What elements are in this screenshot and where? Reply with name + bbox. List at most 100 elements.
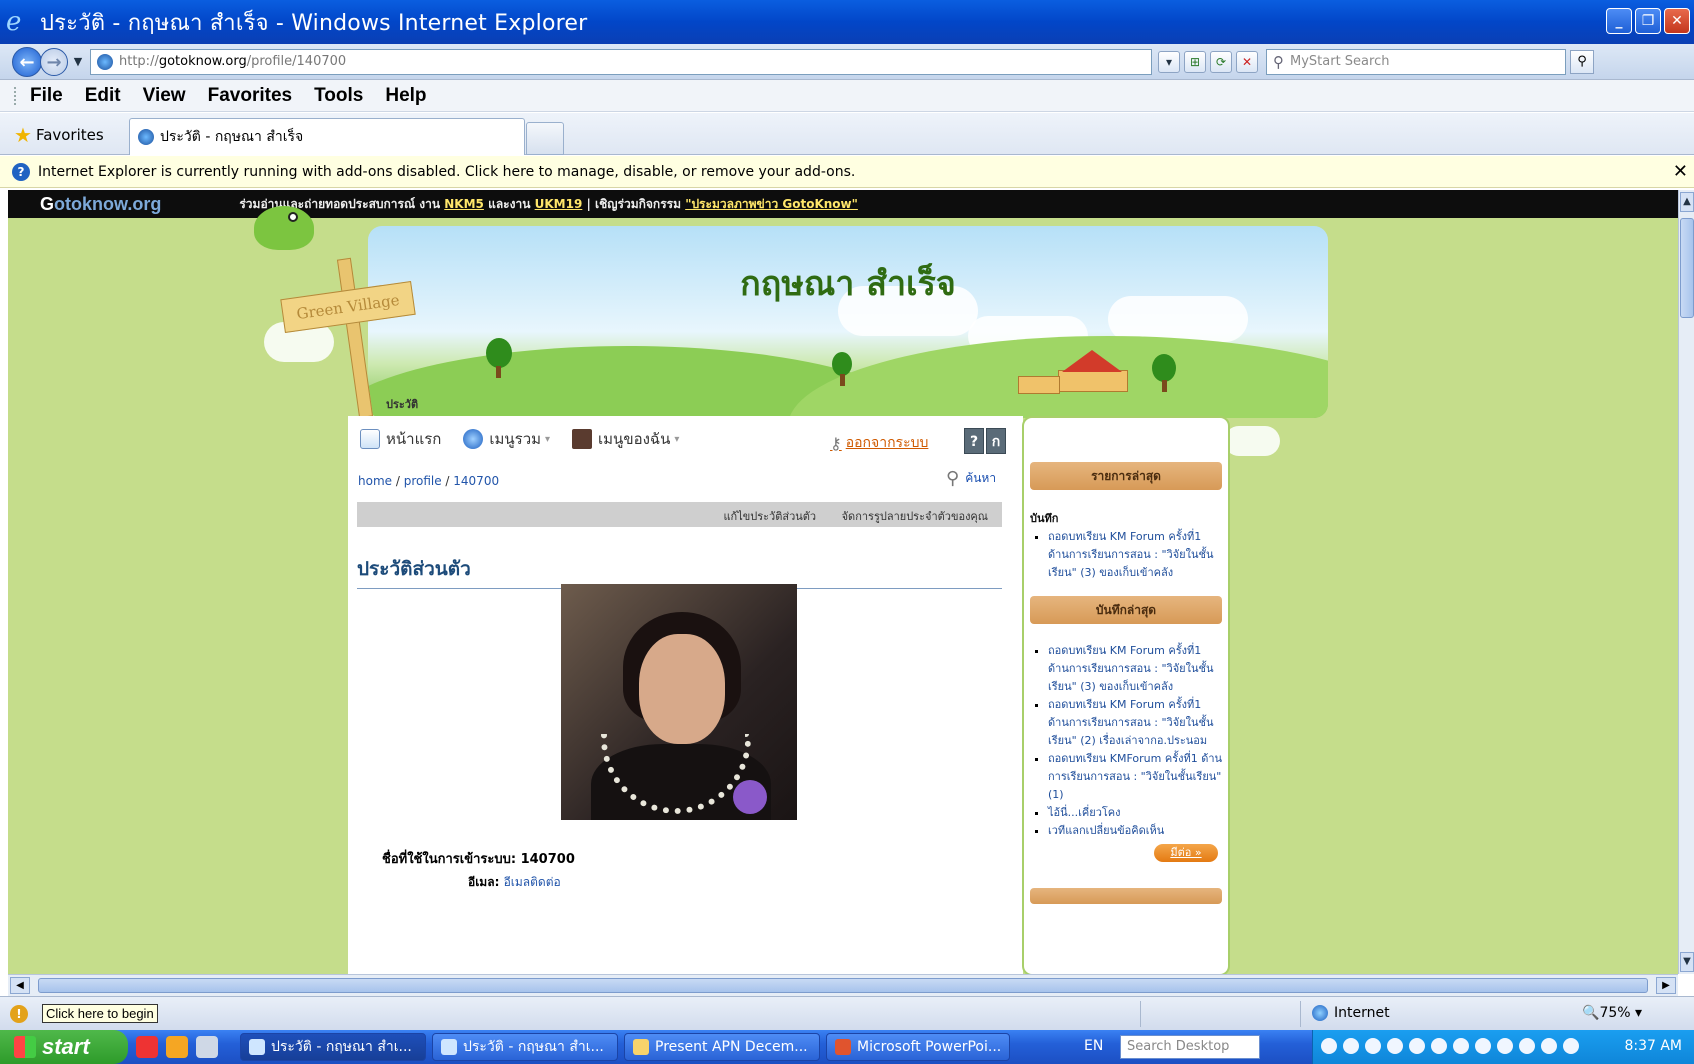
security-shield-icon[interactable]: ! (10, 1004, 28, 1023)
taskbar-item-powerpoint[interactable]: Microsoft PowerPoi... (826, 1033, 1010, 1061)
logout-label: ออกจากระบบ (845, 435, 929, 451)
quicklaunch-icon[interactable] (166, 1036, 188, 1058)
recent-entry-link[interactable]: ถอดบทเรียน KM Forum ครั้งที่1 ด้านการเรี… (1048, 698, 1214, 747)
find-link[interactable]: ⚲ ค้นหา (946, 468, 996, 489)
infobar-text[interactable]: Internet Explorer is currently running w… (38, 164, 855, 180)
bird-mascot-icon (254, 206, 314, 250)
chevron-down-icon: ▾ (674, 433, 680, 445)
toolbar-grip[interactable] (14, 86, 18, 105)
breadcrumb-profile[interactable]: profile (404, 474, 442, 488)
quicklaunch-icon[interactable] (136, 1036, 158, 1058)
desktop-search-input[interactable]: Search Desktop (1120, 1035, 1260, 1059)
new-tab-button[interactable] (526, 122, 564, 155)
security-zone[interactable]: Internet (1312, 1005, 1390, 1021)
tray-icon[interactable] (1541, 1038, 1557, 1054)
minimize-button[interactable]: _ (1606, 8, 1632, 34)
list-item: ถอดบทเรียน KM Forum ครั้งที่1 ด้านการเรี… (1048, 696, 1224, 750)
clock[interactable]: 8:37 AM (1624, 1038, 1682, 1054)
tray-icon[interactable] (1563, 1038, 1579, 1054)
start-button[interactable]: start (0, 1030, 128, 1064)
tray-icon[interactable] (1497, 1038, 1513, 1054)
nav-menu-all[interactable]: เมนูรวม ▾ (463, 427, 550, 451)
list-item: ไอ้นี่...เคี่ยวโคง (1048, 804, 1224, 822)
edit-profile-link[interactable]: แก้ไขประวัติส่วนตัว (723, 510, 816, 523)
breadcrumb-home[interactable]: home (358, 474, 392, 488)
recent-entry-link[interactable]: เวทีแลกเปลี่ยนข้อคิดเห็น (1048, 824, 1164, 837)
tray-icon[interactable] (1431, 1038, 1447, 1054)
menu-file[interactable]: File (30, 85, 63, 107)
menu-tools[interactable]: Tools (314, 85, 363, 107)
taskbar-item-folder[interactable]: Present APN Decem... (624, 1033, 820, 1061)
language-indicator[interactable]: EN (1084, 1038, 1103, 1054)
tab-active[interactable]: ประวัติ - กฤษณา สำเร็จ (129, 118, 525, 155)
font-size-icon[interactable]: ก (986, 428, 1006, 454)
latest-entry-link[interactable]: ถอดบทเรียน KM Forum ครั้งที่1 ด้านการเรี… (1048, 530, 1214, 579)
recent-entry-link[interactable]: ถอดบทเรียน KM Forum ครั้งที่1 ด้านการเรี… (1048, 644, 1214, 693)
announce-text-2: และงาน (488, 196, 531, 211)
recent-entry-link[interactable]: ไอ้นี่...เคี่ยวโคง (1048, 806, 1121, 819)
nav-home[interactable]: หน้าแรก (360, 427, 441, 451)
favorites-button[interactable]: ★ Favorites (14, 123, 104, 147)
close-window-button[interactable]: ✕ (1664, 8, 1690, 34)
home-icon (360, 429, 380, 449)
vertical-scrollbar[interactable]: ▲ ▼ (1678, 190, 1694, 974)
tray-icon[interactable] (1409, 1038, 1425, 1054)
email-contact-link[interactable]: อีเมลติดต่อ (504, 875, 561, 889)
help-icon[interactable]: ? (964, 428, 984, 454)
horizontal-scroll-thumb[interactable] (38, 978, 1648, 993)
tray-icon[interactable] (1343, 1038, 1359, 1054)
refresh-button[interactable]: ⟳ (1210, 50, 1232, 73)
quicklaunch-icon[interactable] (196, 1036, 218, 1058)
gotoknow-logo[interactable]: Gotoknow.org (40, 194, 161, 215)
recent-entry-link[interactable]: ถอดบทเรียน KMForum ครั้งที่1 ด้านการเรีย… (1048, 752, 1222, 801)
stop-button[interactable]: ✕ (1236, 50, 1258, 73)
horizontal-scrollbar[interactable]: ◀ ▶ (8, 974, 1678, 996)
profile-photo (561, 584, 797, 820)
compat-view-icon[interactable]: ⊞ (1184, 50, 1206, 73)
scroll-right-button[interactable]: ▶ (1656, 977, 1676, 994)
zoom-level[interactable]: 🔍75% ▾ (1582, 1005, 1642, 1021)
forward-button[interactable]: → (40, 47, 68, 76)
breadcrumb-id[interactable]: 140700 (453, 474, 499, 488)
ukm-link[interactable]: UKM19 (535, 197, 583, 211)
vertical-scroll-thumb[interactable] (1680, 218, 1694, 318)
email-label: อีเมล: (468, 875, 500, 889)
back-button[interactable]: ← (12, 46, 42, 77)
window-title-bar: e ประวัติ - กฤษณา สำเร็จ - Windows Inter… (0, 0, 1694, 44)
tray-icon[interactable] (1519, 1038, 1535, 1054)
photo-news-link[interactable]: "ประมวลภาพข่าว GotoKnow" (685, 197, 858, 211)
logo-text: otoknow.org (54, 193, 162, 214)
info-icon: ? (12, 162, 30, 181)
taskbar-item-ie-1[interactable]: ประวัติ - กฤษณา สำเ... (240, 1033, 426, 1061)
close-infobar-icon[interactable]: ✕ (1673, 161, 1688, 182)
tray-icon[interactable] (1365, 1038, 1381, 1054)
more-button[interactable]: มีต่อ » (1154, 844, 1218, 862)
tray-icon[interactable] (1475, 1038, 1491, 1054)
manage-avatar-link[interactable]: จัดการรูปลายประจำตัวของคุณ (842, 510, 988, 523)
taskbar-item-ie-2[interactable]: ประวัติ - กฤษณา สำเ... (432, 1033, 618, 1061)
tray-icon[interactable] (1387, 1038, 1403, 1054)
favorites-label: Favorites (35, 126, 104, 144)
history-dropdown-icon[interactable]: ▼ (70, 55, 86, 68)
maximize-button[interactable]: ❐ (1635, 8, 1661, 34)
tray-icon[interactable] (1321, 1038, 1337, 1054)
scroll-up-button[interactable]: ▲ (1680, 192, 1694, 212)
address-dropdown-button[interactable]: ▾ (1158, 50, 1180, 73)
menu-help[interactable]: Help (385, 85, 426, 107)
menu-view[interactable]: View (143, 85, 186, 107)
search-input[interactable]: ⚲ MyStart Search (1266, 48, 1566, 75)
menu-favorites[interactable]: Favorites (208, 85, 292, 107)
main-content: หน้าแรก เมนูรวม ▾ เมนูของฉัน ▾ ⚷ ออกจากร… (348, 416, 1023, 974)
addons-info-bar[interactable]: ? Internet Explorer is currently running… (0, 156, 1694, 188)
logout-link[interactable]: ⚷ ออกจากระบบ (830, 432, 928, 454)
address-input[interactable]: http://gotoknow.org/profile/140700 (90, 48, 1152, 75)
scroll-left-button[interactable]: ◀ (10, 977, 30, 994)
find-label[interactable]: ค้นหา (965, 469, 996, 488)
scroll-down-button[interactable]: ▼ (1680, 952, 1694, 972)
menu-bar: File Edit View Favorites Tools Help (0, 80, 1694, 112)
nav-menu-mine[interactable]: เมนูของฉัน ▾ (572, 427, 679, 451)
menu-edit[interactable]: Edit (85, 85, 121, 107)
nkm-link[interactable]: NKM5 (444, 197, 484, 211)
search-go-button[interactable]: ⚲ (1570, 49, 1594, 74)
tray-icon[interactable] (1453, 1038, 1469, 1054)
